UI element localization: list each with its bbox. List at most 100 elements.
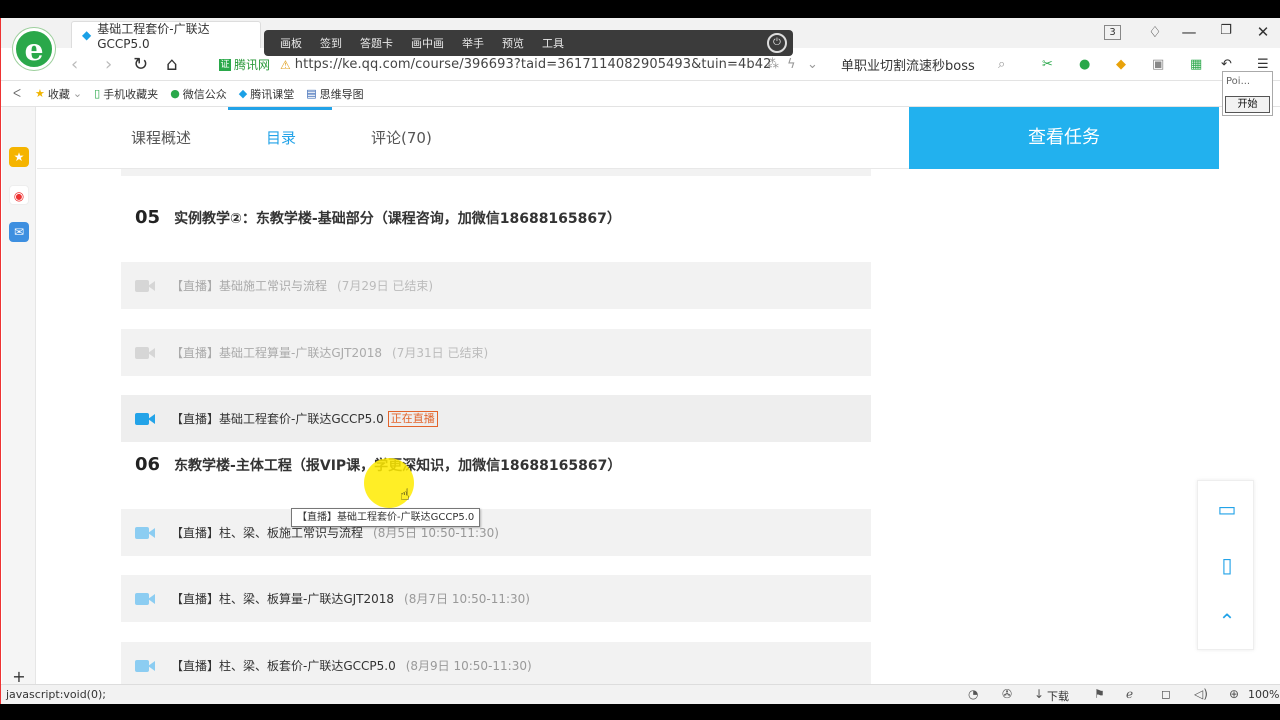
section-title: 实例教学②：东教学楼-基础部分（课程咨询，加微信18688165867） [174,211,621,227]
favorites-star-icon[interactable]: ★ [9,147,29,167]
ie-icon[interactable]: ℯ [1126,687,1133,701]
course-page: 课程概述 目录 评论(70) 查看任务 05 实例教学②：东教学楼-基础部分（课… [37,107,1269,684]
bookmark-favorites[interactable]: ★ 收藏 ⌄ [35,86,82,102]
close-icon[interactable]: ✕ [1253,23,1273,41]
zoom-icon[interactable]: ⊕ [1229,687,1239,701]
tencent-classroom-icon: ◆ [238,87,248,100]
start-button[interactable]: 开始 [1225,96,1270,113]
lightning-icon[interactable]: ϟ [787,57,796,72]
mobile-icon[interactable]: ▯ [1215,553,1239,577]
live-badge: 正在直播 [387,410,438,427]
volume-icon[interactable]: ◁) [1194,687,1208,701]
video-camera-icon [135,592,155,605]
anno-item-signin[interactable]: 签到 [320,35,342,51]
address-bar[interactable]: 证 腾讯网 ⚠ https://ke.qq.com/course/396693?… [219,53,827,76]
minimize-icon[interactable]: — [1179,23,1199,41]
power-icon[interactable]: ⏻ [767,33,787,53]
certificate-icon: 证 [219,58,231,71]
bookmark-mindmap[interactable]: ▤ 思维导图 [306,86,363,102]
floating-tools: ▭ ▯ ⌃ [1197,480,1254,650]
mail-icon[interactable]: ✉ [9,222,29,242]
wechat-icon: ● [170,87,180,100]
popup-label: Poi... [1226,76,1251,87]
phone-icon: ▯ [94,87,101,100]
coin-icon[interactable]: ◆ [1116,57,1126,72]
cert-badge[interactable]: 证 腾讯网 [219,56,270,73]
restore-icon[interactable]: ❐ [1216,23,1236,38]
lesson-item[interactable]: 【直播】基础施工常识与流程 (7月29日 已结束) [121,262,871,309]
video-camera-icon [135,346,155,359]
bookmark-mobile[interactable]: ▯ 手机收藏夹 [94,86,158,102]
tab-count-badge[interactable]: 3 [1104,25,1121,40]
bookmark-tencent-class[interactable]: ◆ 腾讯课堂 [239,86,294,102]
anno-item-pip[interactable]: 画中画 [411,35,444,51]
anno-item-preview[interactable]: 预览 [502,35,524,51]
bookmark-wechat[interactable]: ● 微信公众 [170,86,227,102]
video-camera-icon [135,526,155,539]
search-icon[interactable]: ⌕ [998,57,1005,72]
scissors-icon[interactable]: ✂ [1042,57,1053,72]
flag-icon[interactable]: ⚑ [1094,687,1105,701]
tencent-classroom-icon: ◆ [82,28,92,42]
course-tab-bar: 课程概述 目录 评论(70) [37,107,909,169]
lesson-item[interactable]: 【直播】柱、梁、板套价-广联达GCCP5.0 (8月9日 10:50-11:30… [121,642,871,684]
warning-lock-icon[interactable]: ⚠ [280,58,291,72]
catalog-list: 05 实例教学②：东教学楼-基础部分（课程咨询，加微信18688165867） … [93,169,909,684]
video-camera-icon [135,659,155,672]
lesson-item[interactable]: 【直播】柱、梁、板施工常识与流程 (8月5日 10:50-11:30) [121,509,871,556]
image-icon[interactable]: ▣ [1152,57,1164,72]
tab-current-label: 基础工程套价-广联达GCCP5.0 [97,21,210,51]
back-to-top-icon[interactable]: ⌃ [1215,609,1239,633]
section-number: 05 [135,207,161,228]
shirt-skin-icon[interactable]: ♢ [1145,23,1165,41]
anno-item-tools[interactable]: 工具 [542,35,564,51]
tab-overview[interactable]: 课程概述 [131,127,191,148]
back-icon[interactable]: ‹ [71,54,78,75]
apps-icon[interactable]: ▦ [1190,57,1202,72]
annotation-toolbar: 画板 签到 答题卡 画中画 举手 预览 工具 ⏻ [264,30,793,56]
zoom-level[interactable]: 100% [1248,688,1279,701]
poi-popup: Poi... 开始 [1222,71,1273,116]
download-icon[interactable]: ↓ [1034,687,1044,701]
section-header-05: 05 实例教学②：东教学楼-基础部分（课程咨询，加微信18688165867） [135,207,621,228]
browser-sidebar: ★ ◉ ✉ + [2,107,36,686]
forward-icon[interactable]: › [105,54,112,75]
lesson-item-live[interactable]: 【直播】基础工程套价-广联达GCCP5.0 正在直播 [121,395,871,442]
message-icon[interactable]: ▭ [1215,497,1239,521]
search-input[interactable]: 单职业切割流速秒boss [841,53,1021,76]
anno-item-answer-card[interactable]: 答题卡 [360,35,393,51]
catalog-panel: 05 实例教学②：东教学楼-基础部分（课程咨询，加微信18688165867） … [93,169,909,684]
undo-icon[interactable]: ↶ [1221,57,1232,72]
list-item [121,169,871,176]
tab-current[interactable]: ◆ 基础工程套价-广联达GCCP5.0 [71,21,261,51]
window-icon[interactable]: ◻ [1161,687,1171,701]
lesson-item[interactable]: 【直播】基础工程算量-广联达GJT2018 (7月31日 已结束) [121,329,871,376]
pin-icon[interactable]: ✇ [1002,687,1012,701]
tab-catalog[interactable]: 目录 [266,127,296,148]
download-label[interactable]: 下载 [1047,688,1069,704]
url-text[interactable]: https://ke.qq.com/course/396693?taid=361… [295,57,772,72]
browser-logo[interactable]: e [13,28,55,70]
lesson-item[interactable]: 【直播】柱、梁、板算量-广联达GJT2018 (8月7日 10:50-11:30… [121,575,871,622]
status-url: javascript:void(0); [6,688,106,701]
status-bar: javascript:void(0); ◔ ✇ ↓ 下载 ⚑ ℯ ◻ ◁) ⊕ … [1,684,1280,704]
home-icon[interactable]: ⌂ [166,54,177,75]
menu-icon[interactable]: ☰ [1257,57,1269,72]
active-tab-indicator [228,107,332,110]
anno-item-board[interactable]: 画板 [280,35,302,51]
bookmarks-bar: ᐸ ★ 收藏 ⌄ ▯ 手机收藏夹 ● 微信公众 ◆ 腾讯课堂 ▤ 思维导图 [1,81,1280,107]
weibo-icon[interactable]: ◉ [9,185,29,205]
star-icon: ★ [35,87,45,100]
refresh-icon[interactable]: ↻ [133,54,148,75]
lesson-tooltip: 【直播】基础工程套价-广联达GCCP5.0 [291,508,481,527]
accelerate-icon[interactable]: ◔ [968,687,978,701]
video-camera-icon [135,412,155,425]
translate-icon[interactable]: ● [1079,57,1090,72]
tab-comments[interactable]: 评论(70) [371,127,432,148]
anno-item-raise-hand[interactable]: 举手 [462,35,484,51]
sidebar-toggle-icon[interactable]: ᐸ [13,87,21,100]
view-tasks-button[interactable]: 查看任务 [909,107,1219,169]
grid-icon[interactable]: ⁂ [766,57,779,72]
section-number: 06 [135,454,161,475]
chevron-down-icon[interactable]: ⌄ [807,57,818,72]
